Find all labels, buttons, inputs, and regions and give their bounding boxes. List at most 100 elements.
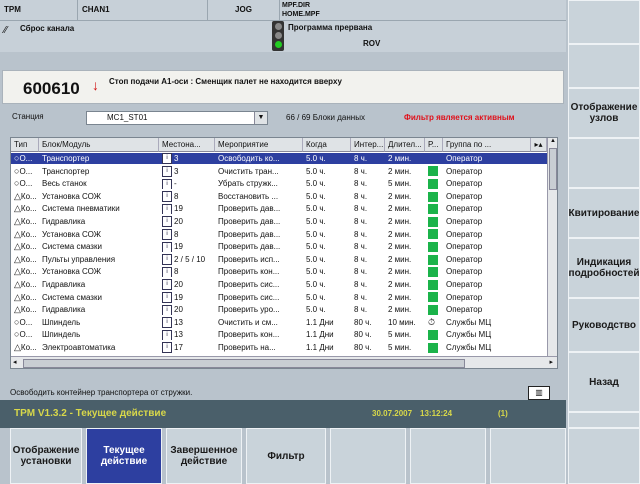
col-header-p[interactable]: Р... xyxy=(425,138,443,152)
info-icon[interactable]: i xyxy=(162,165,172,177)
col-menu-icon[interactable]: ▸▴ xyxy=(531,138,547,152)
cell-dur: 2 мин. xyxy=(388,154,412,163)
hsk-empty-3[interactable] xyxy=(490,428,566,484)
maintenance-table[interactable]: Тип Блок/Модуль Местона... Мероприятие К… xyxy=(10,137,558,369)
info-icon[interactable]: i xyxy=(162,254,172,265)
station-select[interactable]: MC1_ST01 ▼ xyxy=(86,111,268,125)
col-header-group[interactable]: Группа по ... xyxy=(443,138,531,152)
table-row[interactable]: ○О... Транспортер i 3 Освободить ко... 5.0 ч.… xyxy=(11,153,547,164)
table-row[interactable]: △Ко... Установка СОЖ i 8 Проверить дав... 5.0… xyxy=(11,229,547,240)
cell-action: Очистить и см... xyxy=(218,317,278,327)
info-icon[interactable]: i xyxy=(162,291,172,303)
table-row[interactable]: △Ко... Пульты управления i 2 / 5 / 10 Провер… xyxy=(11,254,547,265)
hscroll-thumb[interactable] xyxy=(23,359,465,368)
col-header-location[interactable]: Местона... xyxy=(159,138,215,152)
hsk-empty-2[interactable] xyxy=(410,428,486,484)
dropdown-arrow-icon[interactable]: ▼ xyxy=(254,112,267,124)
info-icon[interactable]: i xyxy=(162,279,172,290)
vsk-empty-3[interactable] xyxy=(568,138,640,188)
info-icon[interactable]: i xyxy=(162,342,172,353)
col-header-type[interactable]: Тип xyxy=(11,138,39,152)
table-row[interactable]: △Ко... Установка СОЖ i 8 Восстановить ... 5.0… xyxy=(11,191,547,202)
hsk-empty-1[interactable] xyxy=(330,428,406,484)
softkey-setup-view[interactable]: Отображение установки xyxy=(10,428,82,484)
info-icon[interactable]: i xyxy=(162,153,172,164)
col-header-when[interactable]: Когда xyxy=(303,138,351,152)
status-green-icon xyxy=(428,342,438,353)
col-header-action[interactable]: Мероприятие xyxy=(215,138,303,152)
scroll-left-icon[interactable]: ◂ xyxy=(13,358,17,366)
location-text: 8 xyxy=(174,229,179,239)
keyboard-icon[interactable]: ▥ xyxy=(528,386,550,400)
location-text: 20 xyxy=(174,280,183,289)
table-row[interactable]: ○О... Шпиндель i 13 Очистить и см... 1.1 Дни 8… xyxy=(11,317,547,328)
cell-dur: 2 мин. xyxy=(388,292,412,302)
status-time: 13:12:24 xyxy=(420,409,453,418)
scroll-right-icon[interactable]: ▸ xyxy=(549,358,553,366)
col-header-interval[interactable]: Интер... xyxy=(351,138,385,152)
status-green-icon xyxy=(428,292,438,303)
softkey-manual[interactable]: Руководство xyxy=(568,298,640,352)
info-icon[interactable]: i xyxy=(162,304,172,316)
scroll-thumb[interactable] xyxy=(549,148,557,190)
location-text: 20 xyxy=(174,305,183,315)
table-row[interactable]: △Ко... Система смазки i 19 Проверить дав... 5… xyxy=(11,241,547,253)
alarm-text: Стоп подачи A1-оси : Сменщик палет не на… xyxy=(109,77,342,86)
scroll-up-icon[interactable]: ▲ xyxy=(548,138,557,146)
softkey-filter[interactable]: Фильтр xyxy=(246,428,326,484)
vsk-empty-1[interactable] xyxy=(568,0,640,44)
softkey-current-action[interactable]: Текущее действие xyxy=(86,428,162,484)
vertical-scrollbar[interactable]: ▲ xyxy=(547,138,557,356)
table-row[interactable]: △Ко... Электроавтоматика i 17 Проверить на..… xyxy=(11,342,547,353)
softkey-show-details[interactable]: Индикация подробностей xyxy=(568,238,640,298)
alarm-line[interactable]: 600610 ↓ Стоп подачи A1-оси : Сменщик па… xyxy=(2,70,564,104)
info-icon[interactable]: i xyxy=(162,216,172,227)
info-icon[interactable]: i xyxy=(162,228,172,240)
type-text: Ко... xyxy=(20,280,37,289)
info-icon[interactable]: i xyxy=(162,203,172,215)
info-icon[interactable]: i xyxy=(162,178,172,190)
cell-dur: 2 мин. xyxy=(388,305,412,315)
cell-when: 5.0 ч. xyxy=(306,292,326,302)
channel-name: CHAN1 xyxy=(78,0,208,20)
cell-int: 8 ч. xyxy=(354,267,368,277)
cell-when: 5.0 ч. xyxy=(306,179,326,189)
cell-dur: 5 мин. xyxy=(388,179,412,189)
location-text: 8 xyxy=(174,267,179,277)
info-icon[interactable]: i xyxy=(162,191,172,202)
table-row[interactable]: △Ко... Установка СОЖ i 8 Проверить кон... 5.0… xyxy=(11,266,547,278)
vsk-empty-2[interactable] xyxy=(568,44,640,88)
col-header-module[interactable]: Блок/Модуль xyxy=(39,138,159,152)
softkey-back[interactable]: Назад xyxy=(568,352,640,412)
location-text: 19 xyxy=(174,204,183,214)
table-row[interactable]: △Ко... Гидравлика i 20 Проверить сис... 5.0 ч… xyxy=(11,279,547,290)
cell-action: Проверить дав... xyxy=(218,229,281,239)
table-row[interactable]: △Ко... Гидравлика i 20 Проверить дав... 5.0 ч… xyxy=(11,216,547,227)
cell-action: Освободить ко... xyxy=(218,154,280,163)
softkey-acknowledge[interactable]: Квитирование xyxy=(568,188,640,238)
table-row[interactable]: ○О... Весь станок i - Убрать стружк... 5.0 ч.… xyxy=(11,178,547,190)
table-row[interactable]: ○О... Транспортер i 3 Очистить тран... 5.0 ч.… xyxy=(11,166,547,177)
table-row[interactable]: △Ко... Гидравлика i 20 Проверить уро... 5.0 ч… xyxy=(11,304,547,316)
hsk-empty-4[interactable] xyxy=(568,428,640,484)
softkey-completed-action[interactable]: Завершенное действие xyxy=(166,428,242,484)
location-text: 8 xyxy=(174,191,179,201)
type-text: Ко... xyxy=(20,242,37,252)
cell-group: Оператор xyxy=(446,305,483,315)
channel-status-row: ⁄⁄ Сброс канала Программа прервана ROV xyxy=(0,20,566,53)
cell-module: Транспортер xyxy=(42,166,90,176)
info-icon[interactable]: i xyxy=(162,329,172,341)
horizontal-scrollbar[interactable]: ◂ ▸ xyxy=(11,356,557,368)
softkey-node-view[interactable]: Отображение узлов xyxy=(568,88,640,138)
table-row[interactable]: △Ко... Система пневматики i 19 Проверить дав… xyxy=(11,203,547,215)
table-row[interactable]: ○О... Шпиндель i 13 Проверить кон... 1.1 Дни 8… xyxy=(11,329,547,341)
table-row[interactable]: △Ко... Система смазки i 19 Проверить сис... 5… xyxy=(11,292,547,303)
col-header-duration[interactable]: Длител... xyxy=(385,138,425,152)
cell-int: 80 ч. xyxy=(354,343,372,352)
app-name: TPM xyxy=(0,0,78,20)
vsk-empty-4[interactable] xyxy=(568,412,640,428)
info-icon[interactable]: i xyxy=(162,241,172,253)
info-icon[interactable]: i xyxy=(162,317,172,328)
info-icon[interactable]: i xyxy=(162,266,172,278)
type-text: Ко... xyxy=(20,292,37,302)
